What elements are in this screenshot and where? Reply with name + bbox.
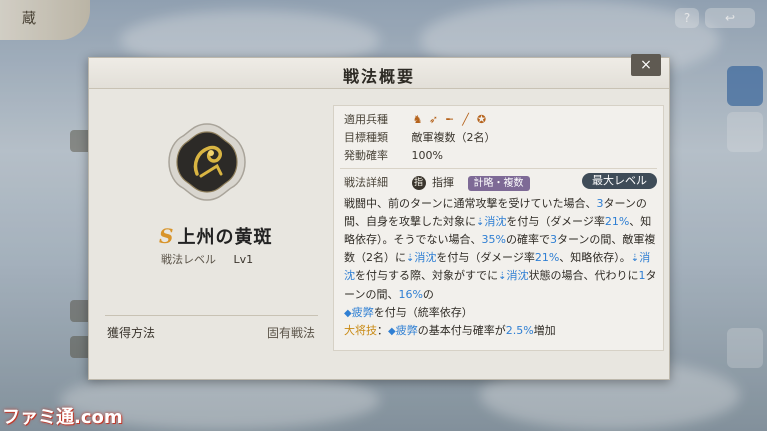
status-debuff-icon: ⇣ (630, 252, 640, 264)
desc-text: を付与（ダメージ率 (436, 250, 535, 264)
command-icon: 指 (411, 176, 426, 190)
rate-row: 発動確率 100% (344, 147, 443, 163)
skill-info-box: 適用兵種 ♞ ➶ ╾ ╱ ✪ 目標種類 敵軍複数（2名） 発動確率 100% 戦… (333, 105, 664, 351)
close-button[interactable]: × (631, 54, 661, 76)
desc-text: 増加 (533, 324, 556, 338)
max-level-button[interactable]: 最大レベル (582, 173, 657, 189)
desc-keyword: 疲弊 (395, 324, 418, 338)
bow-icon: ➶ (428, 113, 439, 126)
troop-icons: ♞ ➶ ╾ ╱ ✪ (412, 114, 488, 126)
desc-text: を付与する際、対象がすでに (355, 269, 499, 283)
skill-name-row: S 上州の黄斑 (159, 223, 272, 249)
general-skill-label: 大将技 (344, 324, 377, 338)
skill-description: 戦闘中、前のターンに通常攻撃を受けていた場合、3ターンの間、自身を攻撃した対象に… (344, 195, 657, 341)
detail-label: 戦法詳細 (344, 176, 388, 189)
gun-icon: ╾ (446, 113, 453, 126)
acquire-label: 獲得方法 (107, 326, 156, 340)
cavalry-icon: ♞ (412, 113, 423, 126)
skill-grade: S (159, 224, 174, 248)
modal-header: 戦法概要 × (89, 54, 669, 89)
desc-keyword: 消沈 (484, 214, 507, 228)
status-exhaust-icon: ◆ (388, 326, 396, 338)
acquire-value: 固有戦法 (267, 326, 316, 340)
desc-text: の (422, 287, 434, 301)
rate-label: 発動確率 (344, 149, 388, 162)
desc-num: 3 (549, 233, 557, 247)
level-label: 戦法レベル (161, 253, 216, 266)
desc-keyword: 疲弊 (351, 305, 374, 319)
skill-emblem-icon (168, 123, 246, 201)
desc-keyword: 消沈 (414, 250, 437, 264)
divider (105, 315, 318, 316)
spear-icon: ╱ (462, 113, 469, 126)
desc-text: を付与（統率依存） (373, 305, 473, 319)
status-exhaust-icon: ◆ (344, 307, 352, 319)
skill-level: 戦法レベル Lv1 (161, 251, 253, 267)
troop-row: 適用兵種 ♞ ➶ ╾ ╱ ✪ (344, 111, 488, 127)
desc-rate: 2.5% (505, 324, 534, 338)
skill-name: 上州の黄斑 (177, 227, 273, 248)
desc-rate: 21% (604, 214, 630, 228)
detail-row: 戦法詳細 指 指揮 計略・複数 (344, 174, 530, 191)
desc-rate: 35% (481, 233, 506, 247)
desc-num: 1 (638, 269, 646, 283)
target-label: 目標種類 (344, 131, 388, 144)
troop-label: 適用兵種 (344, 113, 388, 126)
desc-keyword: 消沈 (506, 269, 529, 283)
desc-text: の確率で (505, 233, 550, 247)
target-row: 目標種類 敵軍複数（2名） (344, 129, 496, 145)
status-debuff-icon: ⇣ (498, 271, 507, 283)
desc-text: ： (377, 324, 388, 338)
desc-text: 、知略依存）。 (559, 250, 631, 264)
watermark: ファミ通.com (2, 407, 123, 428)
desc-text: 戦闘中、前のターンに通常攻撃を受けていた場合、 (344, 197, 597, 210)
skill-summary-modal: 戦法概要 × S 上州の黄斑 戦法レベル Lv1 獲得方法 固有戦法 適用兵種 … (88, 54, 670, 380)
rate-value: 100% (411, 149, 443, 162)
shield-icon: ✪ (476, 113, 487, 126)
desc-text: の基本付与確率が (417, 324, 506, 338)
modal-title: 戦法概要 (342, 67, 415, 86)
desc-text: を付与（ダメージ率 (506, 214, 605, 228)
command-label: 指揮 (432, 176, 454, 189)
target-value: 敵軍複数（2名） (411, 131, 496, 144)
level-value: Lv1 (233, 253, 254, 266)
desc-text: 状態の場合、代わりに (528, 269, 639, 283)
separator (340, 168, 657, 169)
skill-type-tag: 計略・複数 (467, 175, 530, 191)
desc-rate: 21% (534, 250, 560, 264)
desc-rate: 16% (398, 287, 423, 301)
